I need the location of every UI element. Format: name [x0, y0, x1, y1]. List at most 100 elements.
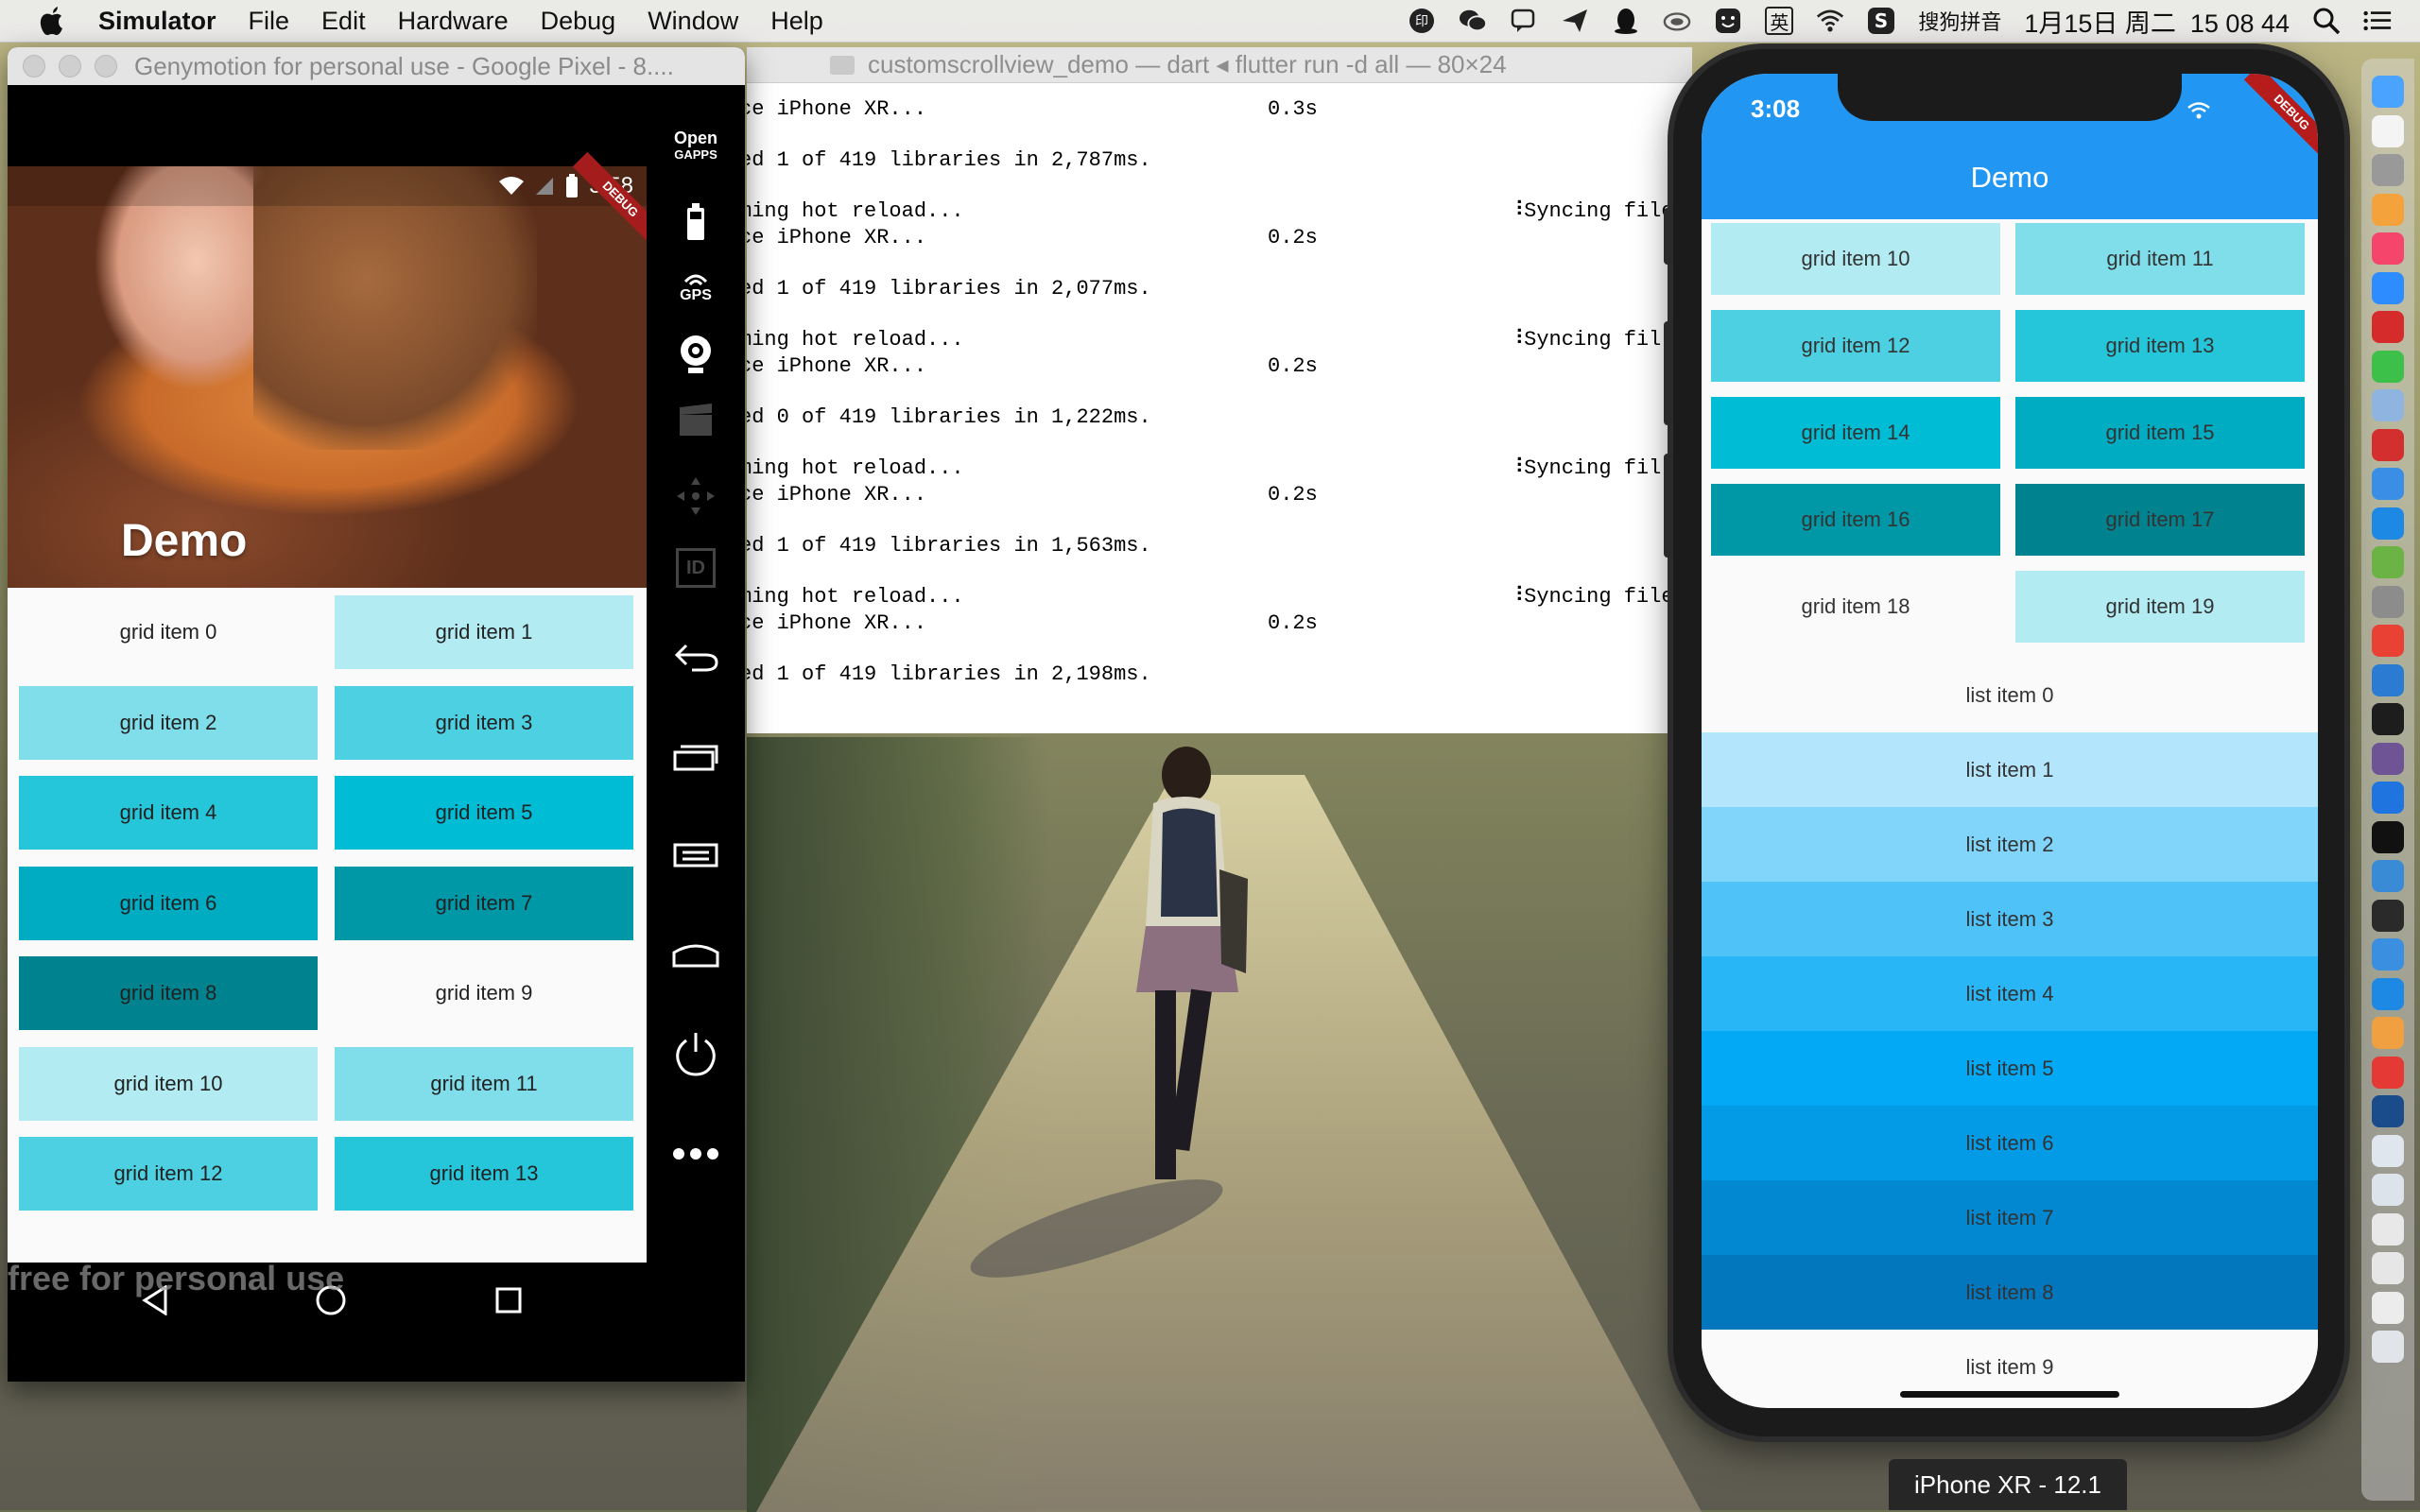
- ios-grid-item[interactable]: grid item 16: [1711, 484, 2000, 556]
- ios-grid-item[interactable]: grid item 13: [2015, 310, 2305, 382]
- blue-app-icon[interactable]: [2372, 977, 2404, 1010]
- browser-icon[interactable]: [2372, 938, 2404, 971]
- opengapps-widget[interactable]: Open GAPPS: [647, 113, 745, 180]
- input-method-label[interactable]: 搜狗拼音: [1918, 6, 2001, 36]
- doc2-icon[interactable]: [2372, 1174, 2404, 1206]
- terminal-window[interactable]: customscrollview_demo — dart ◂ flutter r…: [747, 47, 1692, 733]
- android-grid-item[interactable]: grid item 0: [19, 595, 318, 669]
- apple-menu-icon[interactable]: [38, 5, 66, 37]
- notes-icon[interactable]: [2372, 114, 2404, 147]
- android-grid-item[interactable]: grid item 11: [335, 1046, 633, 1121]
- safari-icon[interactable]: [2372, 468, 2404, 500]
- menubar-clock[interactable]: 1月15日 周二 15 08 44: [2024, 3, 2290, 40]
- settings-icon[interactable]: [2372, 585, 2404, 618]
- android-grid-item[interactable]: grid item 3: [335, 685, 633, 760]
- ios-grid-item[interactable]: grid item 11: [2015, 223, 2305, 295]
- sogou-icon[interactable]: S: [1867, 7, 1895, 35]
- ios-grid-item[interactable]: grid item 15: [2015, 397, 2305, 469]
- spotlight-search-icon[interactable]: [2312, 7, 2341, 35]
- minimize-window-button[interactable]: [59, 55, 81, 77]
- menu-window[interactable]: Window: [648, 7, 738, 36]
- send-plane-icon[interactable]: [1561, 7, 1589, 35]
- ios-list-item[interactable]: list item 3: [1702, 882, 2318, 956]
- finder-icon[interactable]: [2372, 76, 2404, 108]
- iphone-screen[interactable]: 3:08 Demo DEBUG grid item 10 grid item 11…: [1702, 74, 2318, 1408]
- wifi-icon[interactable]: [1816, 7, 1844, 35]
- rocket-icon[interactable]: [2372, 154, 2404, 186]
- qq-penguin-icon[interactable]: [1612, 7, 1640, 35]
- menu-icon[interactable]: [647, 822, 745, 888]
- device-id-widget[interactable]: ID: [647, 535, 745, 601]
- ios-list-item[interactable]: list item 2: [1702, 807, 2318, 882]
- android-grid-item[interactable]: grid item 6: [19, 866, 318, 940]
- back-arrow-icon[interactable]: [647, 624, 745, 690]
- zoom-window-button[interactable]: [95, 55, 117, 77]
- menu-hardware[interactable]: Hardware: [398, 7, 509, 36]
- chat-bubble-icon[interactable]: [1510, 7, 1538, 35]
- smiley-icon[interactable]: [1714, 7, 1742, 35]
- battery-widget-icon[interactable]: [647, 189, 745, 255]
- iphone-volume-down-button[interactable]: [1664, 454, 1673, 558]
- ios-grid-item[interactable]: grid item 17: [2015, 484, 2305, 556]
- android-studio-icon[interactable]: [2372, 546, 2404, 578]
- vscode-icon[interactable]: [2372, 663, 2404, 696]
- gps-widget[interactable]: GPS: [647, 255, 745, 321]
- android-grid-item[interactable]: grid item 8: [19, 956, 318, 1030]
- qq-dock-icon[interactable]: [2372, 820, 2404, 853]
- ios-list-item[interactable]: list item 7: [1702, 1180, 2318, 1255]
- genymotion-titlebar[interactable]: Genymotion for personal use - Google Pix…: [8, 47, 745, 85]
- android-grid-item[interactable]: grid item 1: [335, 595, 633, 669]
- android-grid-item[interactable]: grid item 7: [335, 866, 633, 940]
- android-grid-item[interactable]: grid item 2: [19, 685, 318, 760]
- preview-icon[interactable]: [2372, 389, 2404, 421]
- more-options-icon[interactable]: [647, 1121, 745, 1187]
- terminal-titlebar[interactable]: customscrollview_demo — dart ◂ flutter r…: [747, 47, 1692, 83]
- doc5-icon[interactable]: [2372, 1291, 2404, 1324]
- home-icon[interactable]: [647, 920, 745, 987]
- webcam-widget-icon[interactable]: [647, 321, 745, 387]
- ios-grid-item[interactable]: grid item 14: [1711, 397, 2000, 469]
- ios-grid-item[interactable]: grid item 18: [1711, 571, 2000, 643]
- android-grid-item[interactable]: grid item 12: [19, 1137, 318, 1211]
- ios-list-item[interactable]: list item 4: [1702, 956, 2318, 1031]
- ios-grid-item[interactable]: grid item 10: [1711, 223, 2000, 295]
- photos-icon[interactable]: [2372, 193, 2404, 226]
- wechat-icon[interactable]: [1459, 7, 1488, 35]
- recent-apps-icon[interactable]: [647, 724, 745, 790]
- menu-file[interactable]: File: [249, 7, 290, 36]
- notification-center-icon[interactable]: [2363, 7, 2392, 35]
- genymotion-window[interactable]: Genymotion for personal use - Google Pix…: [8, 47, 745, 1382]
- ios-list-item[interactable]: list item 8: [1702, 1255, 2318, 1330]
- ios-grid-item[interactable]: grid item 12: [1711, 310, 2000, 382]
- terminal-icon[interactable]: [2372, 899, 2404, 932]
- chrome-icon[interactable]: [2372, 625, 2404, 657]
- maps-icon[interactable]: [2372, 782, 2404, 814]
- screencast-widget-icon[interactable]: [647, 387, 745, 454]
- android-grid-item[interactable]: grid item 10: [19, 1046, 318, 1121]
- app-red-icon[interactable]: [2372, 311, 2404, 343]
- input-lang-indicator[interactable]: 英: [1765, 7, 1794, 35]
- android-grid-item[interactable]: grid item 13: [335, 1137, 633, 1211]
- ios-list-item[interactable]: list item 0: [1702, 658, 2318, 732]
- android-grid-item[interactable]: grid item 4: [19, 776, 318, 850]
- markdown-icon[interactable]: [2372, 507, 2404, 540]
- xcode-icon[interactable]: [2372, 860, 2404, 892]
- webstorm-icon[interactable]: [2372, 703, 2404, 735]
- doc3-icon[interactable]: [2372, 1212, 2404, 1246]
- menu-app-name[interactable]: Simulator: [98, 7, 216, 36]
- menu-edit[interactable]: Edit: [321, 7, 366, 36]
- ios-list-item[interactable]: list item 6: [1702, 1106, 2318, 1180]
- iphone-silent-switch[interactable]: [1664, 208, 1673, 265]
- appstore-icon[interactable]: [2372, 271, 2404, 304]
- android-grid-item[interactable]: grid item 9: [335, 956, 633, 1030]
- android-grid-item[interactable]: grid item 5: [335, 776, 633, 850]
- power-icon[interactable]: [647, 1021, 745, 1087]
- doc4-icon[interactable]: [2372, 1252, 2404, 1284]
- menu-help[interactable]: Help: [770, 7, 823, 36]
- ios-list-item[interactable]: list item 1: [1702, 732, 2318, 807]
- dpad-widget-icon[interactable]: [647, 463, 745, 529]
- iphone-volume-up-button[interactable]: [1664, 321, 1673, 425]
- quicktime-icon[interactable]: [2372, 1095, 2404, 1127]
- trash-icon[interactable]: [2372, 1331, 2404, 1363]
- close-window-button[interactable]: [23, 55, 45, 77]
